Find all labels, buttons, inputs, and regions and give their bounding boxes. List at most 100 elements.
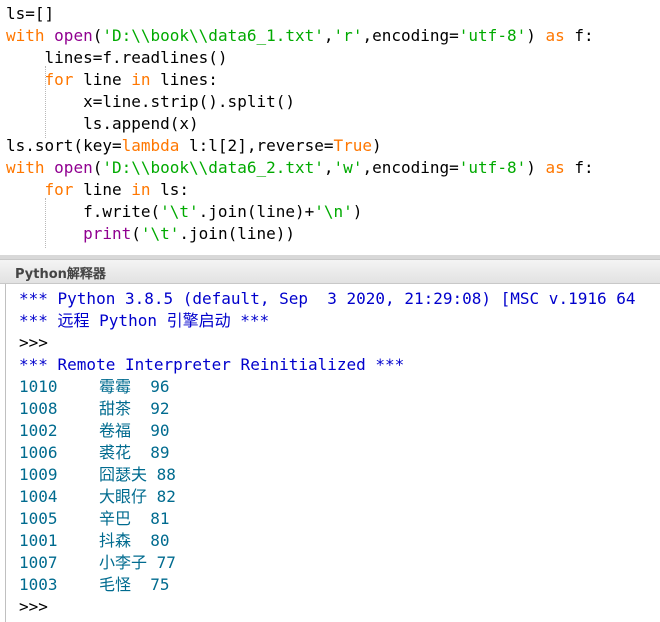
row-id: 1006 xyxy=(19,443,58,462)
row-name-score: 辛巴 81 xyxy=(99,508,170,530)
output-row: 1008 甜茶 92 xyxy=(19,398,319,420)
output-row: 1010 霉霉 96 xyxy=(19,376,319,398)
code-line: x=line.strip().split() xyxy=(6,91,295,113)
code-token: ls.sort(key= xyxy=(6,136,122,155)
row-score: 81 xyxy=(150,509,170,528)
row-name: 小李子 xyxy=(99,553,148,572)
code-token: 'utf-8' xyxy=(458,26,527,45)
console-remote-start: *** 远程 Python 引擎启动 *** xyxy=(19,311,270,330)
code-token: ls=[] xyxy=(6,4,55,23)
row-name: 辛巴 xyxy=(99,509,132,528)
row-name-score: 霉霉 96 xyxy=(99,376,170,398)
code-token: as xyxy=(545,26,565,45)
output-row: 1006 裘花 89 xyxy=(19,442,319,464)
interpreter-console[interactable]: *** Python 3.8.5 (default, Sep 3 2020, 2… xyxy=(5,284,660,622)
row-name-score: 卷福 90 xyxy=(99,420,170,442)
code-token: ) xyxy=(526,26,546,45)
row-score: 92 xyxy=(150,399,170,418)
code-token: ) xyxy=(372,136,382,155)
output-row: 1007 小李子 77 xyxy=(19,552,319,574)
code-line: with open('D:\\book\\data6_1.txt','r',en… xyxy=(6,25,594,47)
panel-title: Python解释器 xyxy=(15,267,106,282)
code-token: for xyxy=(44,180,74,199)
code-line: lines=f.readlines() xyxy=(6,47,228,69)
console-reinit: *** Remote Interpreter Reinitialized *** xyxy=(19,355,405,374)
code-token: open xyxy=(54,26,93,45)
row-score: 77 xyxy=(156,553,176,572)
output-row: 1005 辛巴 81 xyxy=(19,508,319,530)
row-score: 80 xyxy=(150,531,170,550)
code-token: '\t' xyxy=(140,224,180,243)
code-token: with xyxy=(6,26,45,45)
output-row: 1001 抖森 80 xyxy=(19,530,319,552)
code-token: .join(line)) xyxy=(179,224,295,243)
code-token: , xyxy=(323,26,334,45)
code-token: .join(line)+ xyxy=(198,202,315,221)
code-token: lambda xyxy=(121,136,180,155)
row-id: 1003 xyxy=(19,575,58,594)
output-row: 1004 大眼仔 82 xyxy=(19,486,319,508)
code-token: 'utf-8' xyxy=(458,158,527,177)
code-line: ls=[] xyxy=(6,3,54,25)
row-id: 1008 xyxy=(19,399,58,418)
code-token: f.write( xyxy=(6,202,161,221)
row-name-score: 抖森 80 xyxy=(99,530,170,552)
code-line: for line in ls: xyxy=(6,179,190,201)
code-token: 'D:\\book\\data6_1.txt' xyxy=(102,26,324,45)
code-token: x=line.strip().split() xyxy=(6,92,295,111)
code-token: ) xyxy=(526,158,546,177)
code-token: l:l[2],reverse= xyxy=(179,136,334,155)
row-score: 75 xyxy=(150,575,170,594)
console-final-prompt[interactable]: >>> xyxy=(19,596,48,618)
row-score: 88 xyxy=(156,465,176,484)
code-token: in xyxy=(131,70,151,89)
row-name-score: 大眼仔 82 xyxy=(99,486,176,508)
code-token: open xyxy=(54,158,93,177)
row-id: 1001 xyxy=(19,531,58,550)
code-token: line xyxy=(73,180,132,199)
row-score: 89 xyxy=(150,443,170,462)
code-line: with open('D:\\book\\data6_2.txt','w',en… xyxy=(6,157,594,179)
row-name-score: 甜茶 92 xyxy=(99,398,170,420)
code-token: '\t' xyxy=(160,202,199,221)
code-line: ls.append(x) xyxy=(6,113,199,135)
code-token: 'D:\\book\\data6_2.txt' xyxy=(102,158,324,177)
output-row: 1009 囧瑟夫 88 xyxy=(19,464,319,486)
row-id: 1004 xyxy=(19,487,58,506)
code-editor[interactable]: ls=[] with open('D:\\book\\data6_1.txt','… xyxy=(0,0,660,255)
code-line: print('\t'.join(line)) xyxy=(6,223,295,245)
code-line: for line in lines: xyxy=(6,69,218,91)
row-score: 82 xyxy=(156,487,176,506)
code-token: ,encoding= xyxy=(362,158,459,177)
row-name: 裘花 xyxy=(99,443,132,462)
row-name-score: 小李子 77 xyxy=(99,552,176,574)
code-token: print xyxy=(83,224,132,243)
code-token: True xyxy=(333,136,373,155)
row-id: 1002 xyxy=(19,421,58,440)
code-token: ( xyxy=(131,224,141,243)
row-id: 1007 xyxy=(19,553,58,572)
row-name: 卷福 xyxy=(99,421,132,440)
code-token: ls: xyxy=(150,180,190,199)
code-line: ls.sort(key=lambda l:l[2],reverse=True) xyxy=(6,135,382,157)
row-name: 抖森 xyxy=(99,531,132,550)
row-name-score: 囧瑟夫 88 xyxy=(99,464,176,486)
code-token: as xyxy=(545,158,565,177)
code-token: 'w' xyxy=(333,158,363,177)
row-name-score: 毛怪 75 xyxy=(99,574,170,596)
row-name: 囧瑟夫 xyxy=(99,465,148,484)
code-token: for xyxy=(44,70,74,89)
row-name: 甜茶 xyxy=(99,399,132,418)
code-token: 'r' xyxy=(333,26,363,45)
code-token: lines: xyxy=(150,70,218,89)
code-token: ( xyxy=(92,158,103,177)
code-token: , xyxy=(323,158,334,177)
code-line: f.write('\t'.join(line)+'\n') xyxy=(6,201,362,223)
output-row: 1002 卷福 90 xyxy=(19,420,319,442)
row-name: 大眼仔 xyxy=(99,487,148,506)
code-token: f: xyxy=(564,158,594,177)
